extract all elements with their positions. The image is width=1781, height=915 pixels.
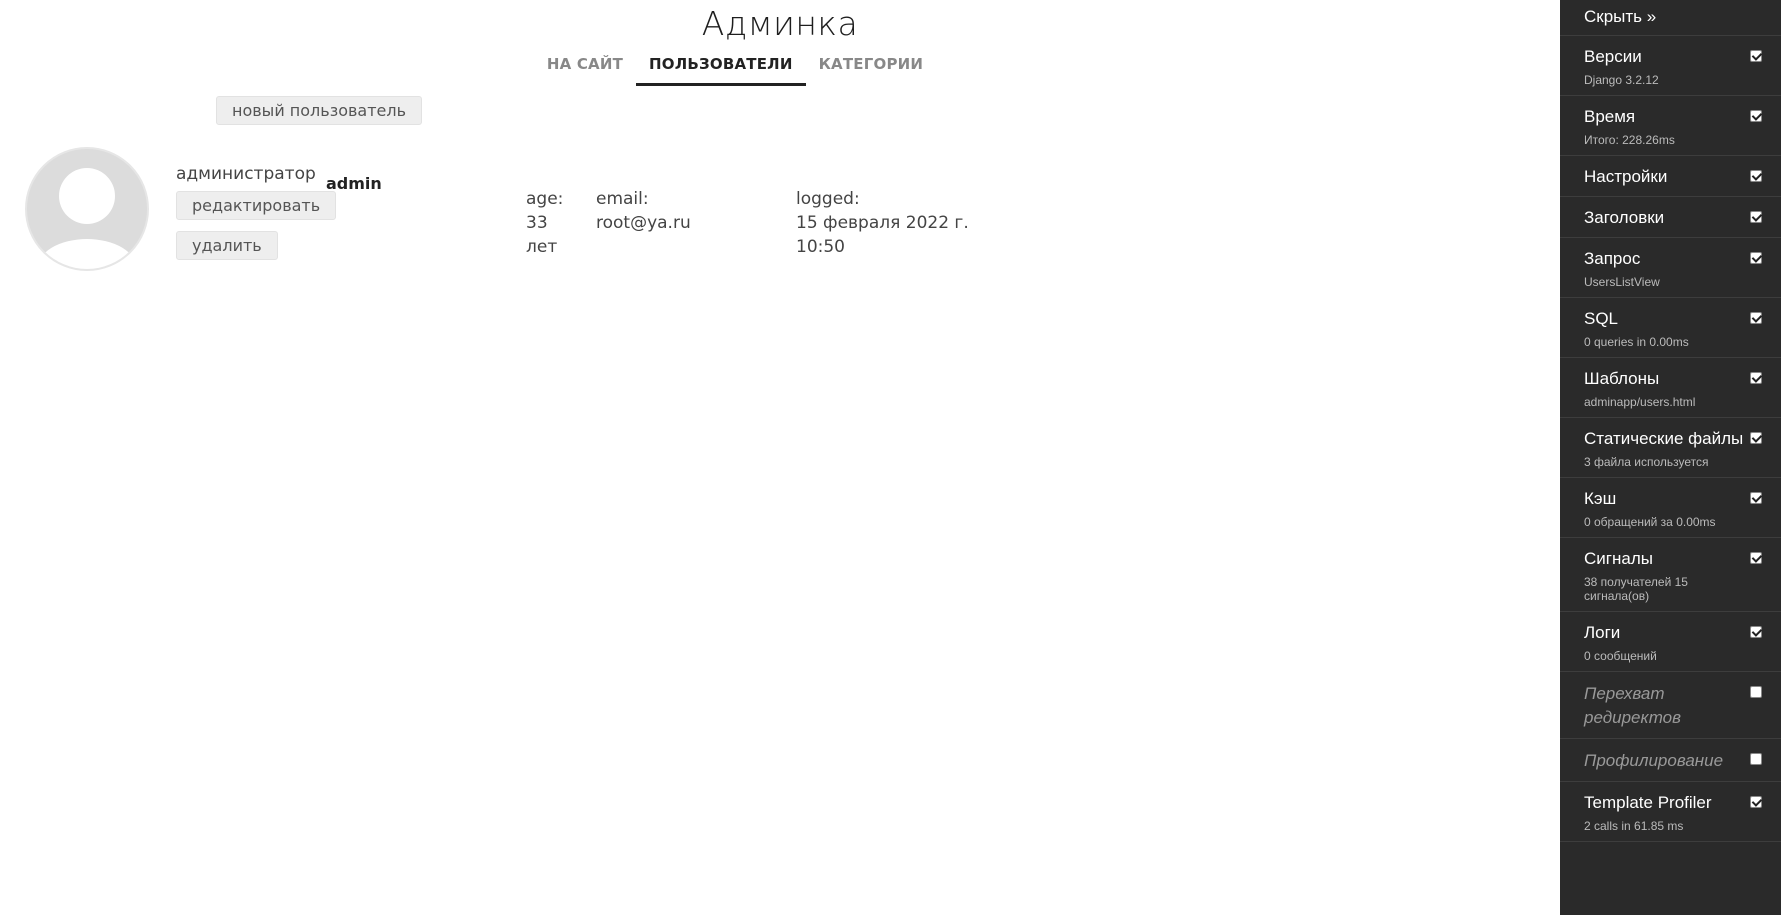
debug-panel-checkbox[interactable] [1750, 432, 1762, 444]
debug-panel-checkbox[interactable] [1750, 252, 1762, 264]
edit-user-button[interactable]: редактировать [176, 191, 337, 220]
debug-panel[interactable]: SQL 0 queries in 0.00ms [1560, 298, 1781, 358]
nav-item-site[interactable]: НА САЙТ [534, 52, 636, 86]
debug-panel[interactable]: Заголовки [1560, 197, 1781, 238]
debug-panel[interactable]: Версии Django 3.2.12 [1560, 36, 1781, 96]
debug-panel-title: Версии [1584, 47, 1642, 66]
nav-item-categories[interactable]: КАТЕГОРИИ [806, 52, 937, 86]
debug-panel-title: Перехват редиректов [1584, 684, 1681, 727]
debug-panel-subtitle: 38 получателей 15 сигнала(ов) [1584, 575, 1688, 603]
debug-panel-subtitle: 0 queries in 0.00ms [1584, 335, 1689, 349]
debug-panel-title: Настройки [1584, 167, 1668, 186]
user-role: администратор [176, 164, 316, 184]
debug-panel-checkbox[interactable] [1750, 170, 1762, 182]
debug-panel[interactable]: Время Итого: 228.26ms [1560, 96, 1781, 156]
debug-panel-subtitle: UsersListView [1584, 275, 1660, 289]
debug-panel-subtitle: 0 обращений за 0.00ms [1584, 515, 1716, 529]
debug-panel-title: Заголовки [1584, 208, 1665, 227]
debug-panel-subtitle: 2 calls in 61.85 ms [1584, 819, 1684, 833]
debug-panel-checkbox[interactable] [1750, 492, 1762, 504]
debug-panel[interactable]: Сигналы 38 получателей 15 сигнала(ов) [1560, 538, 1781, 612]
debug-panel-subtitle: Итого: 228.26ms [1584, 133, 1675, 147]
debug-panel-checkbox[interactable] [1750, 686, 1762, 698]
debug-panel-title: Время [1584, 107, 1636, 126]
user-silhouette-icon [37, 168, 137, 269]
debug-toolbar-panel-list: Версии Django 3.2.12 Время Итого: 228.26ms Н… [1560, 36, 1781, 842]
debug-panel-title: Логи [1584, 623, 1621, 642]
main-nav: НА САЙТ ПОЛЬЗОВАТЕЛИ КАТЕГОРИИ [0, 52, 1470, 86]
debug-panel[interactable]: Перехват редиректов [1560, 672, 1781, 739]
debug-panel-title: Запрос [1584, 249, 1641, 268]
logged-date: 15 февраля 2022 г. [796, 213, 969, 233]
email-value: root@ya.ru [596, 213, 691, 233]
debug-panel-checkbox[interactable] [1750, 753, 1762, 765]
debug-panel-title: Статические файлы [1584, 429, 1744, 448]
debug-panel[interactable]: Кэш 0 обращений за 0.00ms [1560, 478, 1781, 538]
debug-panel-checkbox[interactable] [1750, 552, 1762, 564]
debug-panel-subtitle: Django 3.2.12 [1584, 73, 1659, 87]
page-title: Админка [701, 4, 859, 43]
avatar [25, 147, 149, 271]
debug-panel-title: Template Profiler [1584, 793, 1712, 812]
email-label: email: [596, 189, 649, 209]
debug-panel-checkbox[interactable] [1750, 50, 1762, 62]
debug-panel-checkbox[interactable] [1750, 796, 1762, 808]
nav-item-users[interactable]: ПОЛЬЗОВАТЕЛИ [636, 52, 806, 86]
debug-panel-subtitle: 0 сообщений [1584, 649, 1657, 663]
logged-field: logged: 15 февраля 2022 г. 10:50 [796, 187, 969, 259]
debug-panel-title: Профилирование [1584, 751, 1724, 770]
debug-panel[interactable]: Логи 0 сообщений [1560, 612, 1781, 672]
debug-panel-title: Шаблоны [1584, 369, 1660, 388]
email-field: email: root@ya.ru [596, 187, 691, 235]
debug-panel[interactable]: Запрос UsersListView [1560, 238, 1781, 298]
debug-panel-checkbox[interactable] [1750, 372, 1762, 384]
debug-panel[interactable]: Профилирование [1560, 739, 1781, 782]
delete-user-button[interactable]: удалить [176, 231, 278, 260]
hide-toolbar-link[interactable]: Скрыть » [1560, 0, 1781, 36]
debug-panel-subtitle: 3 файла используется [1584, 455, 1709, 469]
debug-panel[interactable]: Шаблоны adminapp/users.html [1560, 358, 1781, 418]
debug-panel-checkbox[interactable] [1750, 626, 1762, 638]
debug-panel-title: Кэш [1584, 489, 1617, 508]
debug-panel-checkbox[interactable] [1750, 211, 1762, 223]
age-unit: лет [526, 237, 558, 257]
logged-time: 10:50 [796, 237, 845, 257]
debug-panel-checkbox[interactable] [1750, 312, 1762, 324]
new-user-button[interactable]: новый пользователь [216, 96, 423, 125]
age-label: age: [526, 189, 564, 209]
debug-toolbar: Скрыть » Версии Django 3.2.12 Время Итого: … [1560, 0, 1781, 915]
age-field: age: 33 лет [526, 187, 563, 259]
debug-panel-title: SQL [1584, 309, 1619, 328]
debug-panel[interactable]: Статические файлы 3 файла используется [1560, 418, 1781, 478]
logged-label: logged: [796, 189, 860, 209]
debug-panel-title: Сигналы [1584, 549, 1653, 568]
debug-panel-checkbox[interactable] [1750, 110, 1762, 122]
user-login: admin [326, 174, 382, 193]
debug-panel[interactable]: Template Profiler 2 calls in 61.85 ms [1560, 782, 1781, 842]
debug-panel-subtitle: adminapp/users.html [1584, 395, 1696, 409]
age-value: 33 [526, 213, 548, 233]
debug-panel[interactable]: Настройки [1560, 156, 1781, 197]
